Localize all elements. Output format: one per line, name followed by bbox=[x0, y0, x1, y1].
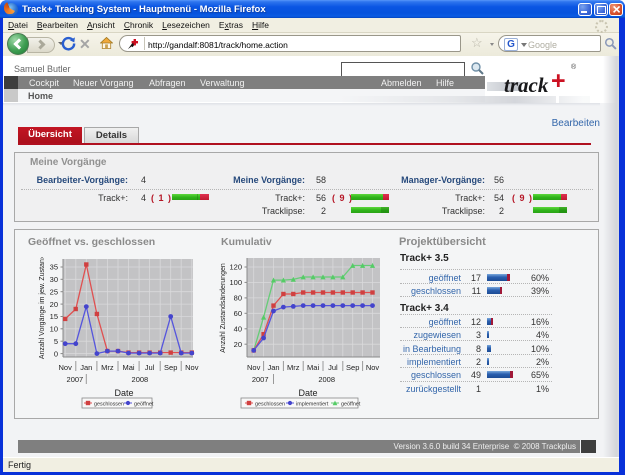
svg-text:Sep: Sep bbox=[164, 363, 177, 372]
svg-text:Nov: Nov bbox=[59, 363, 73, 372]
svg-text:120: 120 bbox=[229, 263, 242, 272]
svg-text:Jan: Jan bbox=[80, 363, 92, 372]
svg-text:Jan: Jan bbox=[267, 363, 279, 372]
svg-text:Nov: Nov bbox=[185, 363, 199, 372]
svg-text:geschlossen: geschlossen bbox=[255, 401, 285, 407]
svg-text:Mai: Mai bbox=[122, 363, 134, 372]
svg-text:20: 20 bbox=[234, 340, 242, 349]
svg-text:2007: 2007 bbox=[67, 375, 84, 384]
svg-text:Mrz: Mrz bbox=[101, 363, 114, 372]
svg-text:Date: Date bbox=[298, 388, 317, 398]
svg-text:Anzahl Zustandsänderungen: Anzahl Zustandsänderungen bbox=[220, 263, 227, 353]
svg-text:35: 35 bbox=[50, 263, 58, 272]
svg-text:geöffnet: geöffnet bbox=[341, 401, 361, 407]
svg-text:Mrz: Mrz bbox=[287, 363, 300, 372]
svg-text:geschlossen: geschlossen bbox=[94, 401, 124, 407]
svg-text:2007: 2007 bbox=[252, 375, 269, 384]
svg-text:2008: 2008 bbox=[132, 375, 149, 384]
svg-text:80: 80 bbox=[234, 294, 242, 303]
svg-text:20: 20 bbox=[50, 300, 58, 309]
svg-text:5: 5 bbox=[54, 337, 58, 346]
svg-text:25: 25 bbox=[50, 287, 58, 296]
svg-text:implementiert: implementiert bbox=[296, 401, 329, 407]
svg-text:30: 30 bbox=[50, 275, 58, 284]
svg-text:Mai: Mai bbox=[307, 363, 319, 372]
svg-text:0: 0 bbox=[54, 349, 58, 358]
svg-text:10: 10 bbox=[50, 325, 58, 334]
svg-text:Jul: Jul bbox=[328, 363, 338, 372]
svg-text:Nov: Nov bbox=[247, 363, 261, 372]
svg-text:Sep: Sep bbox=[346, 363, 359, 372]
svg-text:15: 15 bbox=[50, 312, 58, 321]
svg-text:Nov: Nov bbox=[366, 363, 380, 372]
svg-text:Jul: Jul bbox=[145, 363, 155, 372]
svg-text:Date: Date bbox=[114, 388, 133, 398]
svg-text:geöffnet: geöffnet bbox=[134, 401, 154, 407]
svg-text:100: 100 bbox=[229, 278, 242, 287]
svg-text:Anzahl Vorgänge im jew. Zustan: Anzahl Vorgänge im jew. Zustan› bbox=[39, 256, 46, 359]
svg-text:2008: 2008 bbox=[318, 375, 335, 384]
svg-text:40: 40 bbox=[234, 325, 242, 334]
svg-text:60: 60 bbox=[234, 309, 242, 318]
